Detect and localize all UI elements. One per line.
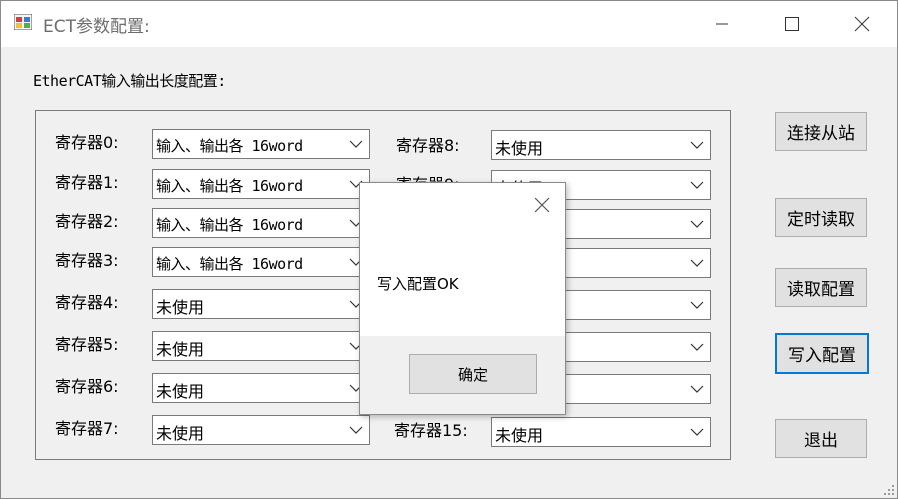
connect-slave-button[interactable]: 连接从站 <box>775 112 867 151</box>
register-4-select[interactable]: 未使用 <box>152 289 370 319</box>
register-7-select[interactable]: 未使用 <box>152 415 370 445</box>
chevron-down-icon <box>690 181 704 189</box>
register-4-label: 寄存器4: <box>55 293 119 312</box>
chevron-down-icon <box>349 426 363 434</box>
register-5-select[interactable]: 未使用 <box>152 331 370 361</box>
exit-button[interactable]: 退出 <box>775 419 867 458</box>
timed-read-button[interactable]: 定时读取 <box>775 198 867 237</box>
register-5-label: 寄存器5: <box>55 335 119 354</box>
register-4-value: 未使用 <box>156 298 205 317</box>
register-3-value: 输入、输出各 16word <box>156 255 303 273</box>
register-8-label: 寄存器8: <box>396 136 460 155</box>
register-8-select[interactable]: 未使用 <box>491 130 711 160</box>
title-bar: ECT参数配置: <box>1 1 897 47</box>
close-icon[interactable] <box>533 196 551 214</box>
register-2-value: 输入、输出各 16word <box>156 216 303 234</box>
register-3-label: 寄存器3: <box>55 251 119 270</box>
message-dialog: 写入配置OK 确定 <box>359 182 566 415</box>
dialog-message: 写入配置OK <box>377 275 459 293</box>
read-config-button[interactable]: 读取配置 <box>775 268 867 307</box>
register-0-label: 寄存器0: <box>55 133 119 152</box>
chevron-down-icon <box>349 140 363 148</box>
close-button[interactable] <box>827 1 897 47</box>
close-icon <box>854 16 870 32</box>
maximize-button[interactable] <box>757 1 827 47</box>
register-15-label: 寄存器15: <box>394 421 468 440</box>
chevron-down-icon <box>690 259 704 267</box>
register-2-label: 寄存器2: <box>55 212 119 231</box>
chevron-down-icon <box>690 301 704 309</box>
maximize-icon <box>785 17 799 31</box>
register-8-value: 未使用 <box>495 139 544 158</box>
chevron-down-icon <box>690 141 704 149</box>
dialog-footer: 确定 <box>360 336 565 414</box>
chevron-down-icon <box>690 385 704 393</box>
chevron-down-icon <box>690 220 704 228</box>
register-1-select[interactable]: 输入、输出各 16word <box>152 169 370 199</box>
register-6-select[interactable]: 未使用 <box>152 373 370 403</box>
ok-button[interactable]: 确定 <box>409 354 537 394</box>
register-15-select[interactable]: 未使用 <box>491 417 711 447</box>
chevron-down-icon <box>690 343 704 351</box>
register-2-select[interactable]: 输入、输出各 16word <box>152 208 370 238</box>
register-1-value: 输入、输出各 16word <box>156 177 303 195</box>
ect-config-window: ECT参数配置: EtherCAT输入输出长度配置: 寄存器0: 输入、输出各 … <box>0 0 898 499</box>
minimize-button[interactable] <box>687 1 757 47</box>
register-0-select[interactable]: 输入、输出各 16word <box>152 129 370 159</box>
register-7-value: 未使用 <box>156 424 205 443</box>
register-7-label: 寄存器7: <box>55 419 119 438</box>
register-5-value: 未使用 <box>156 340 205 359</box>
write-config-button[interactable]: 写入配置 <box>775 333 869 374</box>
register-3-select[interactable]: 输入、输出各 16word <box>152 247 370 277</box>
minimize-icon <box>716 23 728 25</box>
register-6-label: 寄存器6: <box>55 377 119 396</box>
section-label: EtherCAT输入输出长度配置: <box>33 72 226 90</box>
chevron-down-icon <box>690 428 704 436</box>
register-1-label: 寄存器1: <box>55 173 119 192</box>
window-title: ECT参数配置: <box>43 17 150 37</box>
resize-grip-icon[interactable] <box>883 484 895 496</box>
app-icon <box>14 14 32 30</box>
register-6-value: 未使用 <box>156 382 205 401</box>
register-0-value: 输入、输出各 16word <box>156 137 303 155</box>
register-15-value: 未使用 <box>495 426 544 445</box>
